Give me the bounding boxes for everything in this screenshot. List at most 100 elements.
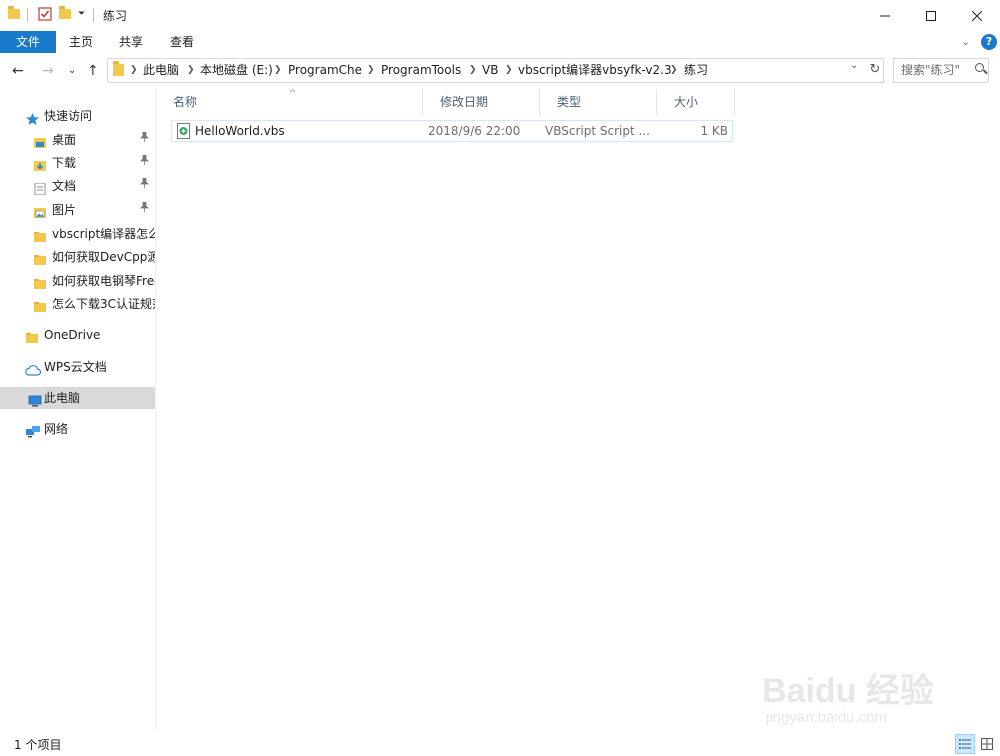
tab-file[interactable]: 文件 bbox=[0, 31, 56, 53]
file-name[interactable]: HelloWorld.vbs bbox=[195, 121, 415, 141]
tab-view[interactable]: 查看 bbox=[161, 31, 203, 53]
file-modified-date: 2018/9/6 22:00 bbox=[428, 124, 521, 138]
sidebar-item-label: 如何获取DevCpp源 bbox=[52, 250, 155, 264]
details-view-button[interactable] bbox=[955, 734, 975, 754]
computer-icon bbox=[28, 392, 42, 407]
sidebar-item-label: WPS云文档 bbox=[44, 360, 107, 374]
download-folder-icon bbox=[34, 157, 47, 171]
sidebar-item-label: 网络 bbox=[44, 422, 69, 436]
file-size: 1 KB bbox=[700, 124, 728, 138]
column-header-label: 名称 bbox=[173, 95, 198, 109]
sidebar-item-folder[interactable]: 怎么下载3C认证规范 bbox=[0, 293, 155, 315]
folder-icon bbox=[8, 6, 20, 24]
sidebar-item-label: vbscript编译器怎么 bbox=[52, 227, 155, 241]
recent-locations-button[interactable]: ⌄ bbox=[68, 65, 76, 76]
large-icons-view-button[interactable] bbox=[977, 734, 997, 754]
breadcrumb-programtools[interactable]: ProgramTools bbox=[381, 59, 461, 82]
folder-icon bbox=[34, 228, 47, 242]
watermark-url: jingyan.baidu.com bbox=[766, 709, 887, 726]
column-header-type[interactable]: 类型 bbox=[540, 89, 657, 115]
pin-icon[interactable] bbox=[140, 199, 149, 221]
sidebar-item-label: 如何获取电钢琴Free bbox=[52, 274, 155, 288]
large-icons-view-icon bbox=[981, 738, 993, 750]
breadcrumb-current-folder[interactable]: 练习 bbox=[684, 59, 708, 82]
new-folder-icon[interactable] bbox=[59, 6, 71, 24]
pin-icon[interactable] bbox=[140, 129, 149, 151]
sidebar-item-label: 快速访问 bbox=[44, 109, 93, 123]
minimize-button[interactable] bbox=[862, 0, 908, 31]
file-list: 名称 ^ 修改日期 类型 大小 bbox=[156, 89, 1000, 731]
sidebar-item-documents[interactable]: 文档 bbox=[0, 175, 155, 197]
search-icon[interactable] bbox=[975, 63, 984, 72]
folder-icon bbox=[113, 61, 124, 79]
pictures-folder-icon bbox=[34, 204, 47, 218]
sidebar-item-downloads[interactable]: 下载 bbox=[0, 152, 155, 174]
breadcrumb-separator: ❯ bbox=[367, 65, 375, 75]
column-header-label: 修改日期 bbox=[440, 95, 489, 109]
pin-icon[interactable] bbox=[140, 175, 149, 197]
address-bar[interactable]: ❯ 此电脑 ❯ 本地磁盘 (E:) ❯ ProgramChe ❯ Program… bbox=[107, 58, 884, 83]
navigation-pane: 快速访问 桌面 下载 文档 图片 vbscript编译器怎么 如何获取DevCp… bbox=[0, 89, 155, 731]
sidebar-item-onedrive[interactable]: OneDrive bbox=[0, 324, 155, 346]
sidebar-item-label: 下载 bbox=[52, 156, 77, 170]
close-icon bbox=[972, 10, 982, 21]
customize-quick-access-icon[interactable]: ⏷ bbox=[78, 9, 85, 25]
expand-ribbon-icon[interactable]: ⌄ bbox=[961, 35, 970, 48]
refresh-button[interactable]: ↻ bbox=[866, 58, 884, 81]
item-count: 1 个项目 bbox=[14, 738, 62, 752]
search-input[interactable]: 搜索"练习" bbox=[893, 58, 989, 83]
maximize-button[interactable] bbox=[908, 0, 954, 31]
column-header-size[interactable]: 大小 bbox=[657, 89, 735, 115]
sidebar-item-pictures[interactable]: 图片 bbox=[0, 199, 155, 221]
back-button[interactable]: ← bbox=[12, 63, 24, 79]
breadcrumb-vb[interactable]: VB bbox=[482, 59, 498, 82]
column-header-date-modified[interactable]: 修改日期 bbox=[423, 89, 540, 115]
address-row: ← → ⌄ ↑ ❯ 此电脑 ❯ 本地磁盘 (E:) ❯ ProgramChe ❯… bbox=[0, 53, 1000, 89]
vbs-script-file-icon bbox=[176, 123, 191, 142]
documents-folder-icon bbox=[34, 180, 47, 196]
sidebar-item-folder[interactable]: 如何获取电钢琴Free bbox=[0, 270, 155, 292]
cloud-icon bbox=[25, 361, 42, 376]
sort-ascending-icon: ^ bbox=[289, 89, 297, 99]
details-view-icon bbox=[959, 739, 971, 749]
tab-home[interactable]: 主页 bbox=[60, 31, 102, 53]
network-icon bbox=[25, 423, 41, 438]
search-placeholder: 搜索"练习" bbox=[901, 63, 961, 77]
tab-share[interactable]: 共享 bbox=[110, 31, 152, 53]
properties-icon[interactable] bbox=[38, 7, 52, 23]
star-icon bbox=[26, 110, 39, 125]
pin-icon[interactable] bbox=[140, 152, 149, 174]
breadcrumb-separator: ❯ bbox=[670, 65, 678, 75]
address-history-dropdown[interactable]: ⌄ bbox=[850, 60, 858, 71]
folder-icon bbox=[34, 251, 47, 265]
column-header-label: 类型 bbox=[557, 95, 582, 109]
baidu-jingyan-watermark: Baidu 经验 jingyan.baidu.com bbox=[762, 653, 992, 733]
sidebar-item-desktop[interactable]: 桌面 bbox=[0, 129, 155, 151]
title-bar: ⏷ 练习 bbox=[0, 0, 1000, 31]
breadcrumb-separator: ❯ bbox=[469, 65, 477, 75]
maximize-icon bbox=[926, 10, 936, 21]
onedrive-icon bbox=[26, 329, 39, 343]
breadcrumb-this-pc[interactable]: 此电脑 bbox=[143, 59, 179, 82]
sidebar-item-label: OneDrive bbox=[44, 328, 101, 342]
help-icon[interactable]: ? bbox=[981, 34, 997, 50]
breadcrumb-separator: ❯ bbox=[187, 65, 195, 75]
sidebar-item-folder[interactable]: vbscript编译器怎么 bbox=[0, 223, 155, 245]
breadcrumb-programche[interactable]: ProgramChe bbox=[288, 59, 362, 82]
forward-button[interactable]: → bbox=[42, 63, 54, 79]
breadcrumb-vbscript-compiler[interactable]: vbscript编译器vbsyfk-v2.3 bbox=[518, 59, 672, 82]
breadcrumb-drive-e[interactable]: 本地磁盘 (E:) bbox=[200, 59, 273, 82]
sidebar-item-folder[interactable]: 如何获取DevCpp源 bbox=[0, 246, 155, 268]
sidebar-item-this-pc[interactable]: 此电脑 bbox=[0, 387, 155, 409]
divider bbox=[93, 8, 94, 22]
up-button[interactable]: ↑ bbox=[87, 63, 99, 79]
ribbon-tabs: 文件 主页 共享 查看 ⌄ ? bbox=[0, 31, 1000, 53]
close-button[interactable] bbox=[954, 0, 1000, 31]
breadcrumb-separator: ❯ bbox=[505, 65, 513, 75]
table-row[interactable]: HelloWorld.vbs 2018/9/6 22:00 VBScript S… bbox=[171, 120, 733, 142]
sidebar-item-quick-access[interactable]: 快速访问 bbox=[0, 105, 155, 127]
sidebar-item-network[interactable]: 网络 bbox=[0, 418, 155, 440]
sidebar-item-wps-cloud[interactable]: WPS云文档 bbox=[0, 356, 155, 378]
desktop-folder-icon bbox=[34, 134, 47, 148]
folder-icon bbox=[34, 275, 47, 289]
